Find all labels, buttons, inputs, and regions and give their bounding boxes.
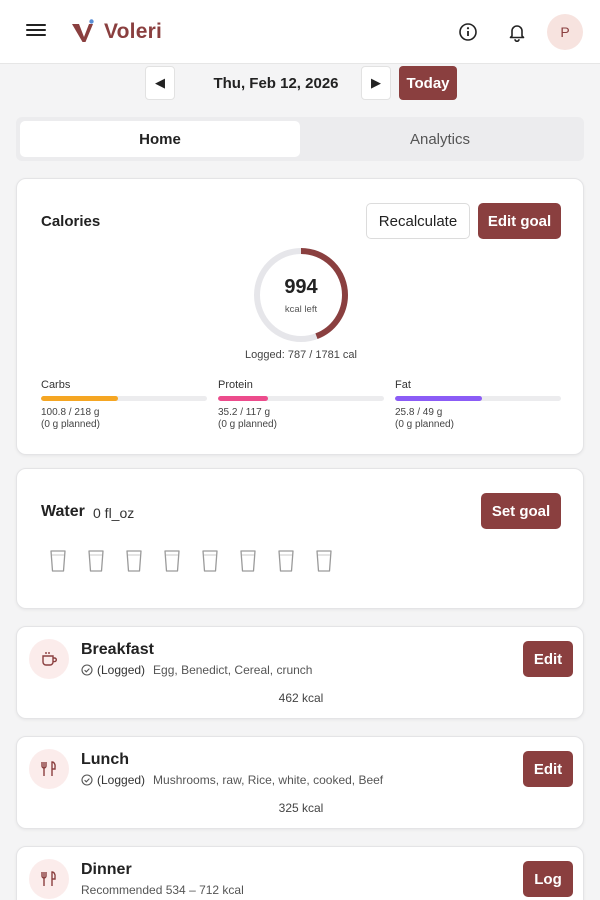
water-cup-icon[interactable] [49,549,67,573]
macro-progress-fill [218,396,268,401]
macro-carbs: Carbs 100.8 / 218 g (0 g planned) [41,379,207,431]
top-bar: Voleri P [0,0,600,64]
macro-fat: Fat 25.8 / 49 g (0 g planned) [395,379,561,431]
water-cup-icon[interactable] [87,549,105,573]
water-card: Water 0 fl_oz Set goal [16,468,584,609]
meal-name: Dinner [81,861,132,878]
log-dinner-button[interactable]: Log [523,861,573,897]
macro-name: Protein [218,379,253,391]
meal-card-lunch: Lunch (Logged) Mushrooms, raw, Rice, whi… [16,736,584,829]
meal-kcal: 462 kcal [278,691,324,705]
macro-progress-track [41,396,207,401]
water-cup-icon[interactable] [239,549,257,573]
macro-value: 25.8 / 49 g [395,407,443,418]
fork-knife-icon [29,859,69,899]
calorie-ring: 994 kcal left [251,245,351,345]
water-cup-icon[interactable] [125,549,143,573]
macro-value: 35.2 / 117 g [218,407,271,418]
meal-kcal: 325 kcal [278,801,324,815]
date-navigation: ◀ Thu, Feb 12, 2026 ▶ Today [0,66,600,102]
check-circle-icon [81,664,93,676]
fork-knife-icon [29,749,69,789]
macro-planned: (0 g planned) [41,419,100,430]
meal-recommended: Recommended 534 – 712 kcal [81,883,244,897]
tab-home[interactable]: Home [20,121,300,157]
macro-progress-track [218,396,384,401]
info-icon[interactable] [456,20,480,44]
calories-remaining: 994 [284,275,318,298]
water-cup-icon[interactable] [315,549,333,573]
next-day-button[interactable]: ▶ [361,66,391,100]
macro-planned: (0 g planned) [218,419,277,430]
logo-mark-icon [72,19,94,42]
meal-status: (Logged) [97,773,146,787]
meal-items: Mushrooms, raw, Rice, white, cooked, Bee… [153,773,384,787]
water-cup-icon[interactable] [201,549,219,573]
previous-day-button[interactable]: ◀ [145,66,175,100]
macro-progress-fill [395,396,483,401]
tab-analytics[interactable]: Analytics [300,121,580,157]
meal-status: (Logged) [97,663,146,677]
recalculate-button[interactable]: Recalculate [366,203,470,239]
calories-card: Calories Recalculate Edit goal 994 kcal … [16,178,584,455]
check-circle-icon [81,774,93,786]
macro-name: Carbs [41,379,71,391]
meal-name: Lunch [81,751,129,768]
current-date: Thu, Feb 12, 2026 [213,75,339,92]
meal-summary: (Logged) Mushrooms, raw, Rice, white, co… [81,773,383,787]
calories-title: Calories [41,213,101,230]
water-amount: 0 fl_oz [93,505,135,521]
meal-card-breakfast: Breakfast (Logged) Egg, Benedict, Cereal… [16,626,584,719]
menu-icon[interactable] [26,21,46,41]
app-name: Voleri [104,20,162,43]
meal-summary: (Logged) Egg, Benedict, Cereal, crunch [81,663,312,677]
macro-progress-track [395,396,561,401]
avatar[interactable]: P [547,14,583,50]
bell-icon[interactable] [505,20,529,44]
water-cups [49,549,333,573]
macro-planned: (0 g planned) [395,419,454,430]
meal-items: Egg, Benedict, Cereal, crunch [153,663,313,677]
coffee-cup-icon [29,639,69,679]
water-cup-icon[interactable] [277,549,295,573]
meal-name: Breakfast [81,641,154,658]
calories-logged: Logged: 787 / 1781 cal [245,349,357,361]
today-button[interactable]: Today [399,66,457,100]
edit-lunch-button[interactable]: Edit [523,751,573,787]
meal-card-dinner: Dinner Recommended 534 – 712 kcal Log [16,846,584,900]
water-title: Water [41,503,85,520]
macro-value: 100.8 / 218 g [41,407,100,418]
calories-remaining-label: kcal left [284,303,318,315]
app-logo[interactable]: Voleri [70,18,162,46]
macro-name: Fat [395,379,411,391]
macro-protein: Protein 35.2 / 117 g (0 g planned) [218,379,384,431]
water-cup-icon[interactable] [163,549,181,573]
edit-breakfast-button[interactable]: Edit [523,641,573,677]
macro-progress-fill [41,396,118,401]
view-tabs: Home Analytics [16,117,584,161]
edit-goal-button[interactable]: Edit goal [478,203,561,239]
set-water-goal-button[interactable]: Set goal [481,493,561,529]
